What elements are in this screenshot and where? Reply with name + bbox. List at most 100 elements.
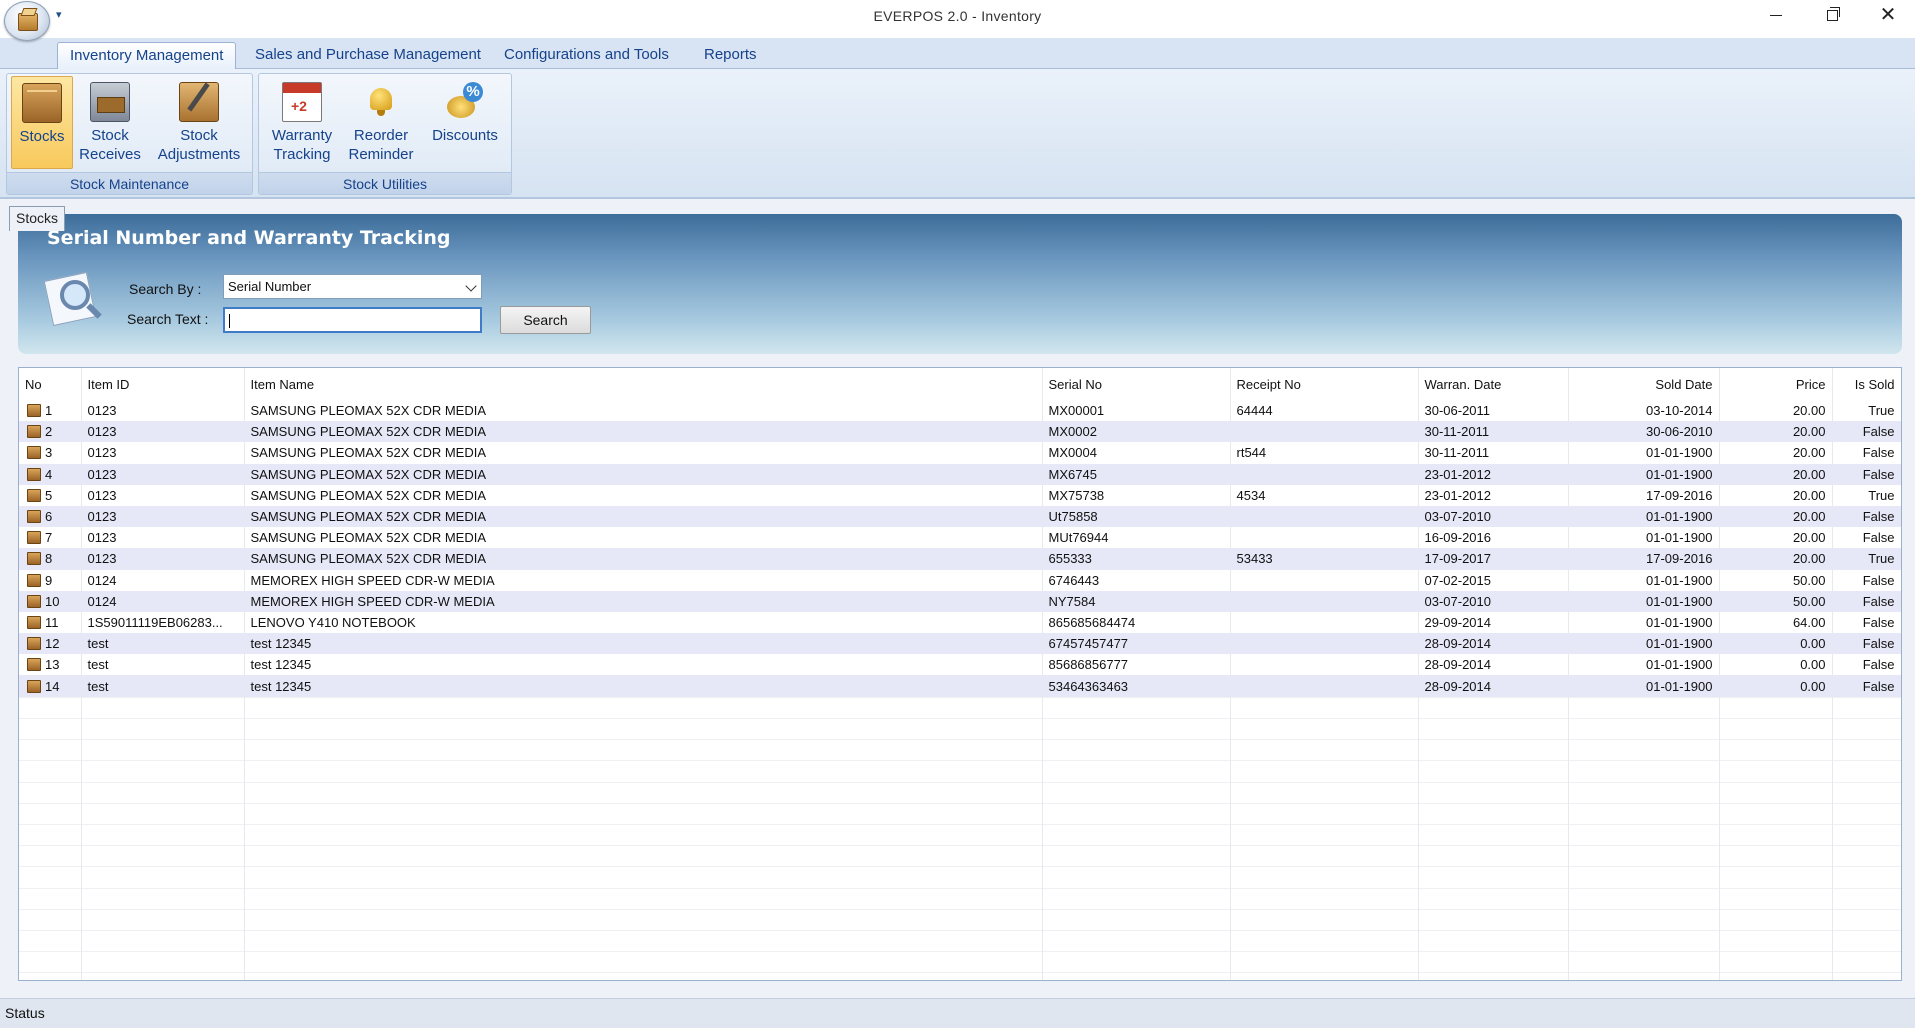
table-cell: 0123 — [81, 484, 245, 506]
table-cell: SAMSUNG PLEOMAX 52X CDR MEDIA — [244, 484, 1043, 506]
table-cell: False — [1832, 421, 1901, 443]
row-box-icon — [27, 637, 41, 651]
table-cell: 17-09-2017 — [1418, 548, 1569, 570]
table-row[interactable]: 1 0123 SAMSUNG PLEOMAX 52X CDR MEDIA MX0000… — [19, 400, 1901, 422]
table-row[interactable]: 7 0123 SAMSUNG PLEOMAX 52X CDR MEDIA MUt769… — [19, 527, 1901, 549]
search-by-dropdown[interactable]: Serial Number — [223, 274, 482, 299]
close-button[interactable]: ✕ — [1860, 0, 1915, 30]
warranty-tracking-button[interactable]: Warranty Tracking — [265, 76, 339, 169]
table-cell: MX75738 — [1042, 484, 1231, 506]
table-row[interactable]: 13 test test 12345 85686856777 28-09-2014 01-… — [19, 654, 1901, 676]
table-cell: 0.00 — [1719, 633, 1833, 655]
table-cell: 17-09-2016 — [1568, 548, 1720, 570]
document-tab-stocks[interactable]: Stocks — [9, 206, 66, 231]
warranty-tracking-button-label: Warranty Tracking — [271, 127, 333, 163]
ribbon-tab-strip: Inventory Management Sales and Purchase … — [0, 38, 1915, 69]
row-number: 3 — [45, 445, 53, 461]
stocks-button[interactable]: Stocks — [11, 76, 73, 169]
column-header-sold-date[interactable]: Sold Date — [1568, 368, 1720, 400]
table-cell: 7 — [19, 527, 82, 549]
table-row[interactable]: 12 test test 12345 67457457477 28-09-2014 01-… — [19, 633, 1901, 655]
row-number: 9 — [45, 572, 53, 588]
empty-row-line — [19, 845, 1901, 847]
table-cell: 23-01-2012 — [1418, 484, 1569, 506]
table-row[interactable]: 6 0123 SAMSUNG PLEOMAX 52X CDR MEDIA Ut7585… — [19, 505, 1901, 528]
row-box-icon — [27, 510, 41, 524]
table-cell: 8 — [19, 548, 82, 570]
table-cell: 0124 — [81, 569, 245, 591]
row-box-icon — [27, 615, 41, 629]
table-cell: 01-01-1900 — [1568, 442, 1720, 464]
stock-adjustments-button[interactable]: Stock Adjustments — [149, 76, 249, 169]
table-cell: SAMSUNG PLEOMAX 52X CDR MEDIA — [244, 548, 1043, 570]
stock-receives-button-label: Stock Receives — [79, 127, 141, 163]
tab-reports[interactable]: Reports — [692, 42, 769, 69]
table-cell: SAMSUNG PLEOMAX 52X CDR MEDIA — [244, 505, 1043, 528]
discounts-button-label: Discounts — [432, 127, 498, 144]
tab-sales-and-purchase-management[interactable]: Sales and Purchase Management — [243, 42, 493, 69]
column-header-receipt-no[interactable]: Receipt No — [1230, 368, 1419, 400]
serial-warranty-grid[interactable]: No Item ID Item Name Serial No Receipt N… — [18, 367, 1902, 981]
close-icon: ✕ — [1879, 4, 1897, 26]
row-number: 7 — [45, 530, 53, 546]
minimize-button[interactable] — [1748, 0, 1804, 30]
tab-configurations-and-tools[interactable]: Configurations and Tools — [492, 42, 681, 69]
stock-receives-button[interactable]: Stock Receives — [77, 76, 143, 169]
column-header-warranty-date[interactable]: Warran. Date — [1418, 368, 1569, 400]
row-number: 5 — [45, 487, 53, 503]
search-by-value: Serial Number — [228, 279, 312, 294]
table-row[interactable]: 14 test test 12345 53464363463 28-09-2014 01-… — [19, 675, 1901, 697]
table-row[interactable]: 3 0123 SAMSUNG PLEOMAX 52X CDR MEDIA MX0004… — [19, 442, 1901, 464]
column-header-price[interactable]: Price — [1719, 368, 1833, 400]
table-cell: 0123 — [81, 505, 245, 528]
discounts-button[interactable]: Discounts — [425, 76, 505, 169]
table-cell: 20.00 — [1719, 527, 1833, 549]
table-cell: 01-01-1900 — [1568, 633, 1720, 655]
table-cell: MEMOREX HIGH SPEED CDR-W MEDIA — [244, 590, 1043, 612]
table-cell: 64444 — [1230, 400, 1419, 422]
table-cell — [1230, 654, 1419, 676]
table-row[interactable]: 8 0123 SAMSUNG PLEOMAX 52X CDR MEDIA 655333… — [19, 548, 1901, 570]
restore-button[interactable] — [1804, 0, 1860, 30]
column-header-no[interactable]: No — [19, 368, 82, 400]
table-cell: 10 — [19, 590, 82, 612]
table-row[interactable]: 2 0123 SAMSUNG PLEOMAX 52X CDR MEDIA MX0002… — [19, 421, 1901, 443]
table-cell — [1230, 569, 1419, 591]
table-row[interactable]: 9 0124 MEMOREX HIGH SPEED CDR-W MEDIA 67464… — [19, 569, 1901, 591]
search-button[interactable]: Search — [500, 306, 591, 334]
column-header-item-name[interactable]: Item Name — [244, 368, 1043, 400]
table-cell: 14 — [19, 675, 82, 697]
column-header-serial-no[interactable]: Serial No — [1042, 368, 1231, 400]
empty-row-line — [19, 908, 1901, 910]
table-row[interactable]: 5 0123 SAMSUNG PLEOMAX 52X CDR MEDIA MX7573… — [19, 484, 1901, 506]
row-box-icon — [27, 679, 41, 693]
row-box-icon — [27, 425, 41, 439]
table-cell: 1 — [19, 400, 82, 422]
row-box-icon — [27, 531, 41, 545]
table-cell: 20.00 — [1719, 400, 1833, 422]
table-cell: 30-06-2011 — [1418, 400, 1569, 422]
table-row[interactable]: 10 0124 MEMOREX HIGH SPEED CDR-W MEDIA NY75… — [19, 590, 1901, 612]
column-header-item-id[interactable]: Item ID — [81, 368, 245, 400]
empty-row-line — [19, 739, 1901, 741]
reorder-reminder-button[interactable]: Reorder Reminder — [345, 76, 417, 169]
search-text-input[interactable] — [223, 307, 482, 333]
tab-inventory-management[interactable]: Inventory Management — [57, 42, 237, 69]
column-header-is-sold[interactable]: Is Sold — [1832, 368, 1901, 400]
table-cell: 17-09-2016 — [1568, 484, 1720, 506]
table-cell: 28-09-2014 — [1418, 633, 1569, 655]
table-cell: 85686856777 — [1042, 654, 1231, 676]
title-bar: ▾ EVERPOS 2.0 - Inventory ✕ — [0, 0, 1915, 41]
row-box-icon — [27, 573, 41, 587]
table-row[interactable]: 11 1S59011119EB06283... LENOVO Y410 NOTEBO… — [19, 611, 1901, 634]
application-menu-button[interactable] — [4, 1, 50, 41]
text-caret — [229, 313, 230, 328]
table-cell: test 12345 — [244, 654, 1043, 676]
table-cell: False — [1832, 442, 1901, 464]
table-cell: 01-01-1900 — [1568, 569, 1720, 591]
table-cell: test 12345 — [244, 633, 1043, 655]
table-cell: 20.00 — [1719, 442, 1833, 464]
column-divider — [1719, 400, 1720, 980]
table-row[interactable]: 4 0123 SAMSUNG PLEOMAX 52X CDR MEDIA MX6745… — [19, 463, 1901, 485]
table-cell — [1230, 675, 1419, 697]
